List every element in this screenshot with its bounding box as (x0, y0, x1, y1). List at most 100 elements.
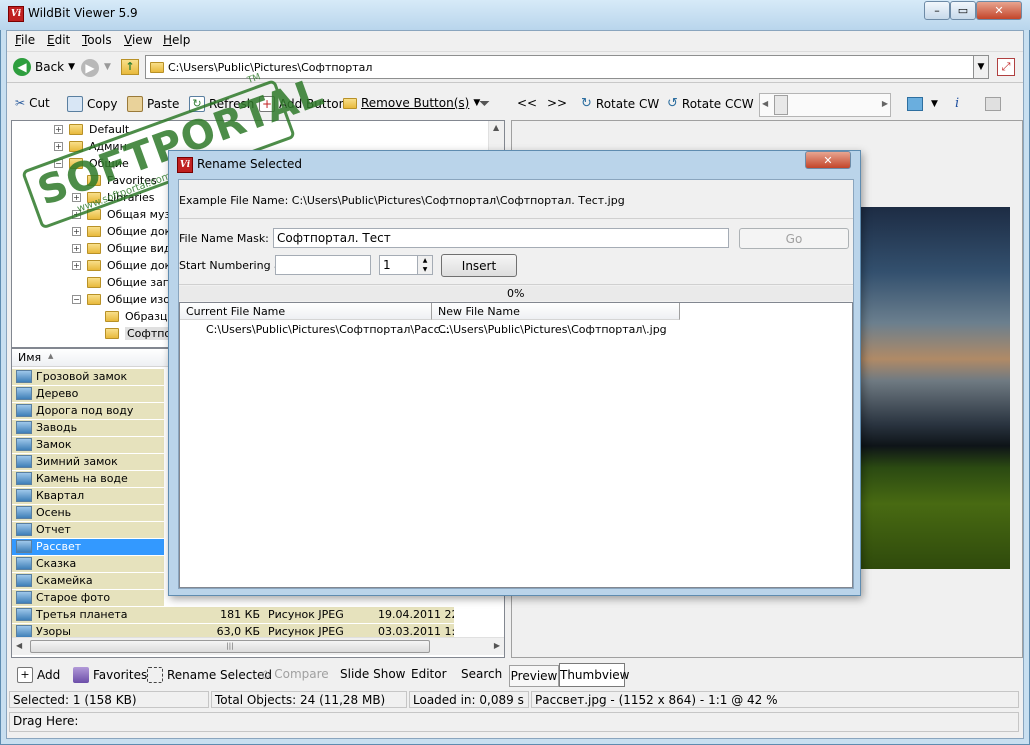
close-button[interactable]: ✕ (976, 1, 1022, 20)
tab-thumbview[interactable]: Thumbview (559, 663, 629, 687)
image-file-icon (16, 506, 32, 519)
chevron-down-icon[interactable]: ▼ (931, 99, 938, 109)
file-name: Грозовой замок (36, 370, 128, 383)
compare-button[interactable]: ◇ Compare (261, 667, 329, 681)
remove-button-icon (343, 97, 357, 109)
file-type: Рисунок JPEG (264, 606, 374, 623)
column-header-new[interactable]: New File Name (432, 303, 680, 320)
menu-file[interactable]: File (15, 33, 35, 47)
menu-view[interactable]: View (124, 33, 152, 47)
status-bar: Selected: 1 (158 KB) Total Objects: 24 (… (7, 689, 1023, 710)
info-icon[interactable]: i (955, 96, 959, 111)
zoom-slider[interactable]: ◀ ▶ (759, 93, 891, 117)
file-name: Дорога под воду (36, 404, 134, 417)
maximize-button[interactable]: ▭ (950, 1, 976, 20)
numbering-spinner[interactable]: ▲ ▼ (417, 255, 433, 275)
column-header-current[interactable]: Current File Name (180, 303, 432, 320)
search-button[interactable]: Search (461, 667, 502, 681)
folder-icon (87, 294, 101, 305)
fit-screen-icon[interactable]: ⤢ (997, 58, 1015, 76)
remove-button-label: Remove Button(s) (361, 96, 470, 110)
rename-selected-label: Rename Selected (167, 668, 273, 682)
previous-image-button[interactable]: << (517, 96, 537, 110)
folder-icon (87, 277, 101, 288)
filter-icon: ⏷ (479, 96, 491, 112)
forward-dropdown-icon[interactable]: ▼ (104, 62, 111, 72)
viewer-toolbar: << >> ↻ Rotate CW ↺ Rotate CCW ◀ ▶ ▼ i (507, 89, 1023, 121)
file-date: 19.04.2011 22 (374, 606, 454, 623)
dialog-close-button[interactable]: ✕ (805, 151, 851, 169)
rename-selected-button[interactable]: Rename Selected (147, 667, 272, 683)
chevron-right-icon[interactable]: ▶ (882, 99, 888, 108)
slide-show-button[interactable]: Slide Show (340, 667, 405, 681)
tree-expander-icon[interactable]: − (72, 295, 81, 304)
folder-icon (105, 311, 119, 322)
file-name: Осень (36, 506, 72, 519)
go-button[interactable]: Go (739, 228, 849, 249)
column-header-name[interactable]: Имя (18, 351, 41, 364)
example-file-name: Example File Name: C:\Users\Public\Pictu… (179, 194, 625, 207)
example-label: Example File Name: (179, 194, 289, 207)
rotate-ccw-label: Rotate CCW (681, 96, 754, 111)
monitor-icon[interactable] (907, 97, 923, 111)
tab-preview[interactable]: Preview (509, 665, 559, 687)
file-name: Сказка (36, 557, 77, 570)
insert-button[interactable]: Insert (441, 254, 517, 277)
list-item-name-cell: Квартал (12, 487, 164, 504)
file-name: Третья планета (36, 608, 128, 621)
up-folder-icon[interactable]: ↑ (121, 59, 139, 75)
menu-help[interactable]: Help (163, 33, 190, 47)
numbering-step-input[interactable]: 1 (379, 255, 419, 275)
start-numbering-input[interactable] (275, 255, 371, 275)
chevron-down-icon: ▼ (68, 62, 76, 72)
scroll-right-icon[interactable]: ▶ (494, 641, 500, 650)
next-image-button[interactable]: >> (547, 96, 567, 110)
chevron-left-icon[interactable]: ◀ (762, 99, 768, 108)
list-item[interactable]: Третья планета 181 КБ Рисунок JPEG 19.04.20… (12, 606, 504, 623)
add-favorite-button[interactable]: + Add (17, 667, 60, 683)
rename-dialog: Vi Rename Selected ✕ Example File Name: … (168, 150, 861, 596)
file-name: Рассвет (36, 540, 82, 553)
progress-bar: 0% (179, 286, 853, 301)
preview-image[interactable] (852, 207, 1010, 569)
editor-button[interactable]: Editor (411, 667, 447, 681)
file-name: Скамейка (36, 574, 93, 587)
image-file-icon (16, 455, 32, 468)
scroll-thumb[interactable]: ||| (30, 640, 430, 653)
file-name: Замок (36, 438, 72, 451)
address-dropdown-button[interactable]: ▼ (973, 55, 989, 79)
minimize-button[interactable]: – (924, 1, 950, 20)
menu-edit[interactable]: Edit (47, 33, 70, 47)
back-button[interactable]: ◀ Back ▼ (13, 58, 75, 76)
print-icon[interactable] (985, 97, 1001, 111)
scroll-left-icon[interactable]: ◀ (16, 641, 22, 650)
start-numbering-label: Start Numbering at: (179, 259, 289, 272)
rotate-ccw-button[interactable]: ↺ Rotate CCW (667, 96, 754, 111)
forward-button[interactable]: ▶ (81, 59, 99, 77)
list-item-name-cell: Отчет (12, 521, 164, 538)
status-selected: Selected: 1 (158 KB) (9, 691, 209, 708)
favorites-button[interactable]: Favorites (73, 667, 147, 683)
cut-button[interactable]: ✂ Cut (15, 96, 50, 110)
example-value: C:\Users\Public\Pictures\Софтпортал\Софт… (291, 194, 625, 207)
back-arrow-icon: ◀ (13, 58, 31, 76)
compare-icon: ◇ (261, 667, 271, 681)
file-name: Камень на воде (36, 472, 128, 485)
rotate-cw-button[interactable]: ↻ Rotate CW (581, 96, 659, 111)
menu-tools[interactable]: Tools (82, 33, 112, 47)
list-item-name-cell: Зимний замок (12, 453, 164, 470)
remove-button-button[interactable]: Remove Button(s) ▼ (343, 96, 480, 110)
filter-button[interactable]: ⏷ (479, 96, 490, 112)
image-file-icon (16, 489, 32, 502)
rename-preview-list[interactable]: Current File Name New File Name C:\Users… (179, 302, 853, 588)
zoom-slider-thumb[interactable] (774, 95, 788, 115)
file-name: Заводь (36, 421, 78, 434)
add-icon: + (17, 667, 33, 683)
scroll-up-icon[interactable]: ▲ (493, 123, 499, 132)
file-name-mask-input[interactable]: Софтпортал. Тест (273, 228, 729, 248)
list-horizontal-scrollbar[interactable]: ◀ ||| ▶ (12, 637, 504, 655)
rotate-ccw-icon: ↺ (667, 96, 678, 111)
list-item-name-cell: Старое фото (12, 589, 164, 606)
drag-target[interactable]: Drag Here: (9, 712, 1019, 732)
rename-icon (147, 667, 163, 683)
